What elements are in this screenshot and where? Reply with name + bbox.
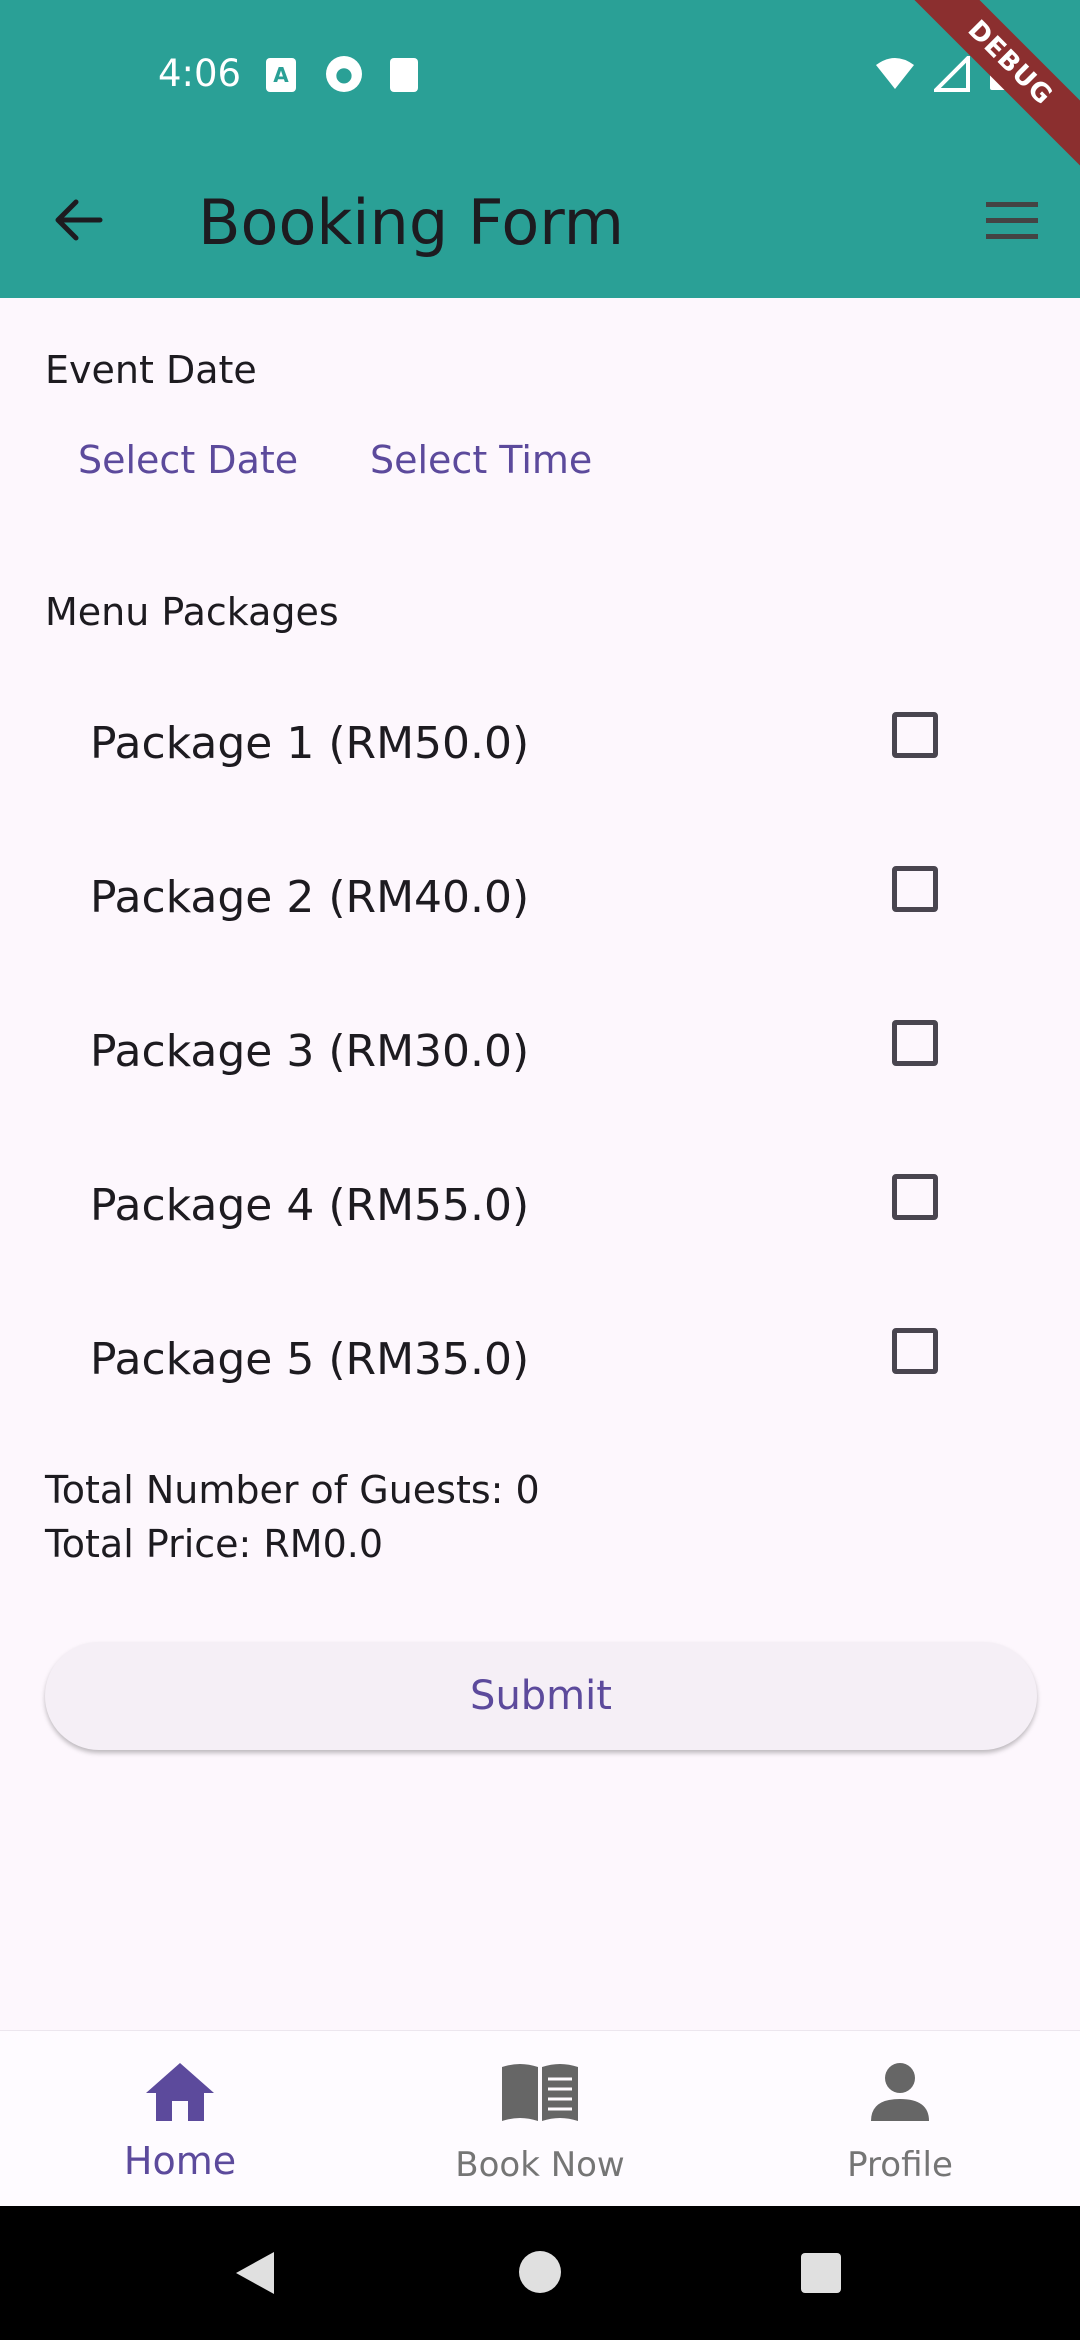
package-label: Package 2 (RM40.0) (90, 872, 530, 923)
book-icon (502, 2064, 578, 2121)
nav-item-profile[interactable]: Profile (720, 2031, 1080, 2207)
nav-item-home[interactable]: Home (0, 2031, 360, 2207)
nav-label-book-now: Book Now (455, 2145, 625, 2185)
total-guests-text: Total Number of Guests: 0 (45, 1468, 540, 1512)
keyboard-a-icon: A (266, 58, 296, 92)
app-bar: 4:06 A ● DEBUG Booking Form (0, 0, 1080, 298)
status-time: 4:06 (158, 52, 242, 95)
arrow-back-icon[interactable] (48, 190, 108, 250)
menu-icon[interactable] (984, 198, 1040, 244)
package-label: Package 4 (RM55.0) (90, 1180, 530, 1231)
status-bar: 4:06 A ● DEBUG (0, 0, 1080, 179)
sd-card-icon (390, 58, 418, 92)
package-label: Package 3 (RM30.0) (90, 1026, 530, 1077)
package-label: Package 1 (RM50.0) (90, 718, 530, 769)
package-row[interactable]: Package 5 (RM35.0) (0, 1308, 1080, 1408)
package-checkbox[interactable] (892, 1020, 938, 1066)
package-row[interactable]: Package 4 (RM55.0) (0, 1154, 1080, 1254)
package-checkbox[interactable] (892, 866, 938, 912)
nav-item-book-now[interactable]: Book Now (360, 2031, 720, 2207)
package-checkbox[interactable] (892, 1328, 938, 1374)
package-row[interactable]: Package 3 (RM30.0) (0, 1000, 1080, 1100)
select-date-button[interactable]: Select Date (78, 438, 298, 482)
system-home-icon[interactable] (518, 2250, 562, 2294)
package-row[interactable]: Package 1 (RM50.0) (0, 692, 1080, 792)
menu-packages-label: Menu Packages (45, 590, 339, 634)
person-icon (871, 2063, 929, 2121)
system-recents-icon[interactable] (800, 2252, 842, 2294)
home-icon (146, 2063, 214, 2121)
system-back-icon[interactable] (234, 2250, 276, 2296)
package-checkbox[interactable] (892, 1174, 938, 1220)
submit-button[interactable]: Submit (45, 1642, 1037, 1750)
package-checkbox[interactable] (892, 712, 938, 758)
event-date-label: Event Date (45, 348, 257, 392)
signal-icon (934, 56, 970, 92)
page-title: Booking Form (198, 186, 625, 259)
bottom-navigation: Home Book Now Profile (0, 2030, 1080, 2206)
nav-label-home: Home (123, 2139, 237, 2183)
system-navigation-bar (0, 2206, 1080, 2340)
nav-label-profile: Profile (847, 2145, 953, 2185)
wifi-icon (876, 58, 914, 89)
package-row[interactable]: Package 2 (RM40.0) (0, 846, 1080, 946)
total-price-text: Total Price: RM0.0 (45, 1522, 384, 1566)
package-label: Package 5 (RM35.0) (90, 1334, 530, 1385)
notification-app-icon: ● (326, 56, 362, 92)
select-time-button[interactable]: Select Time (370, 438, 592, 482)
